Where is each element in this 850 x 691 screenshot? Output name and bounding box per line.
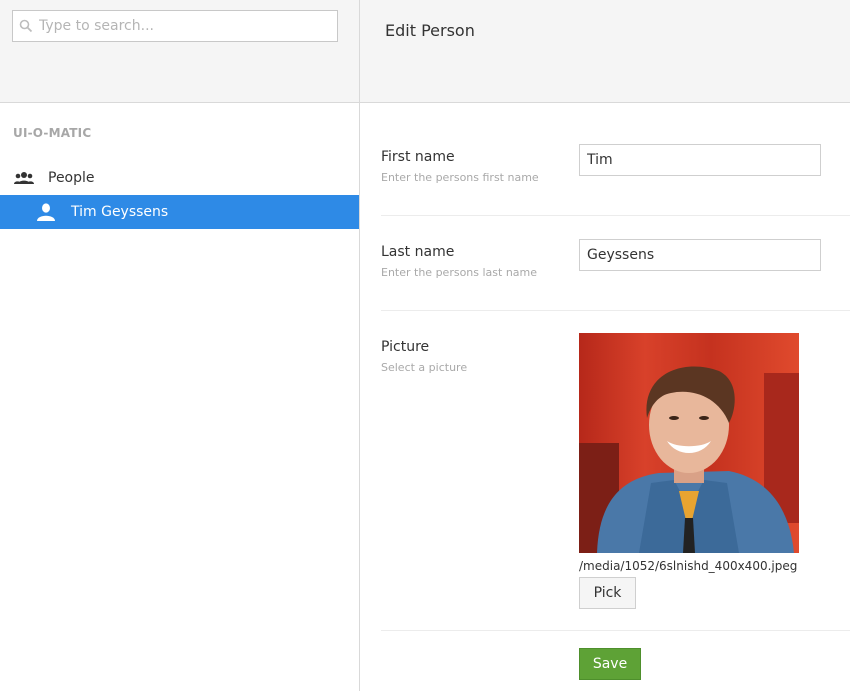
save-row: Save (381, 631, 850, 680)
first-name-field[interactable] (579, 144, 821, 176)
app-window: UI-O-MATIC People Tim Geyssens Edit Pers… (0, 0, 850, 691)
last-name-label: Last name (381, 244, 455, 260)
search-box[interactable] (12, 10, 338, 42)
people-icon (14, 172, 34, 184)
sidebar: UI-O-MATIC People Tim Geyssens (0, 0, 360, 691)
first-name-label: First name (381, 149, 455, 165)
first-name-control (579, 103, 821, 215)
picture-label: Picture (381, 339, 430, 355)
last-name-field[interactable] (579, 239, 821, 271)
tree-item-people[interactable]: People (0, 161, 359, 195)
tree-item-tim-geyssens[interactable]: Tim Geyssens (0, 195, 359, 229)
last-name-control (579, 216, 821, 310)
last-name-description: Enter the persons last name (381, 266, 538, 279)
search-input[interactable] (39, 18, 319, 34)
tree-item-label: Tim Geyssens (71, 204, 169, 220)
first-name-labels: First name Enter the persons first name (381, 103, 579, 215)
profile-picture (579, 333, 799, 553)
picture-control: /media/1052/6slnishd_400x400.jpeg Pick (579, 311, 809, 630)
page-title: Edit Person (360, 0, 850, 103)
last-name-row: Last name Enter the persons last name (381, 216, 850, 311)
pick-button[interactable]: Pick (579, 577, 636, 609)
picture-labels: Picture Select a picture (381, 311, 579, 630)
sidebar-header (0, 0, 359, 103)
edit-form: First name Enter the persons first name … (360, 103, 850, 680)
save-button[interactable]: Save (579, 648, 641, 680)
picture-row: Picture Select a picture /media/1052/6sl… (381, 311, 850, 631)
search-icon (19, 19, 33, 33)
tree-item-label: People (48, 170, 95, 186)
picture-description: Select a picture (381, 361, 468, 374)
first-name-row: First name Enter the persons first name (381, 103, 850, 216)
picture-path: /media/1052/6slnishd_400x400.jpeg (579, 559, 798, 573)
first-name-description: Enter the persons first name (381, 171, 539, 184)
main-panel: Edit Person First name Enter the persons… (360, 0, 850, 691)
section-title: UI-O-MATIC (13, 126, 92, 140)
user-icon (37, 203, 55, 221)
last-name-labels: Last name Enter the persons last name (381, 216, 579, 310)
